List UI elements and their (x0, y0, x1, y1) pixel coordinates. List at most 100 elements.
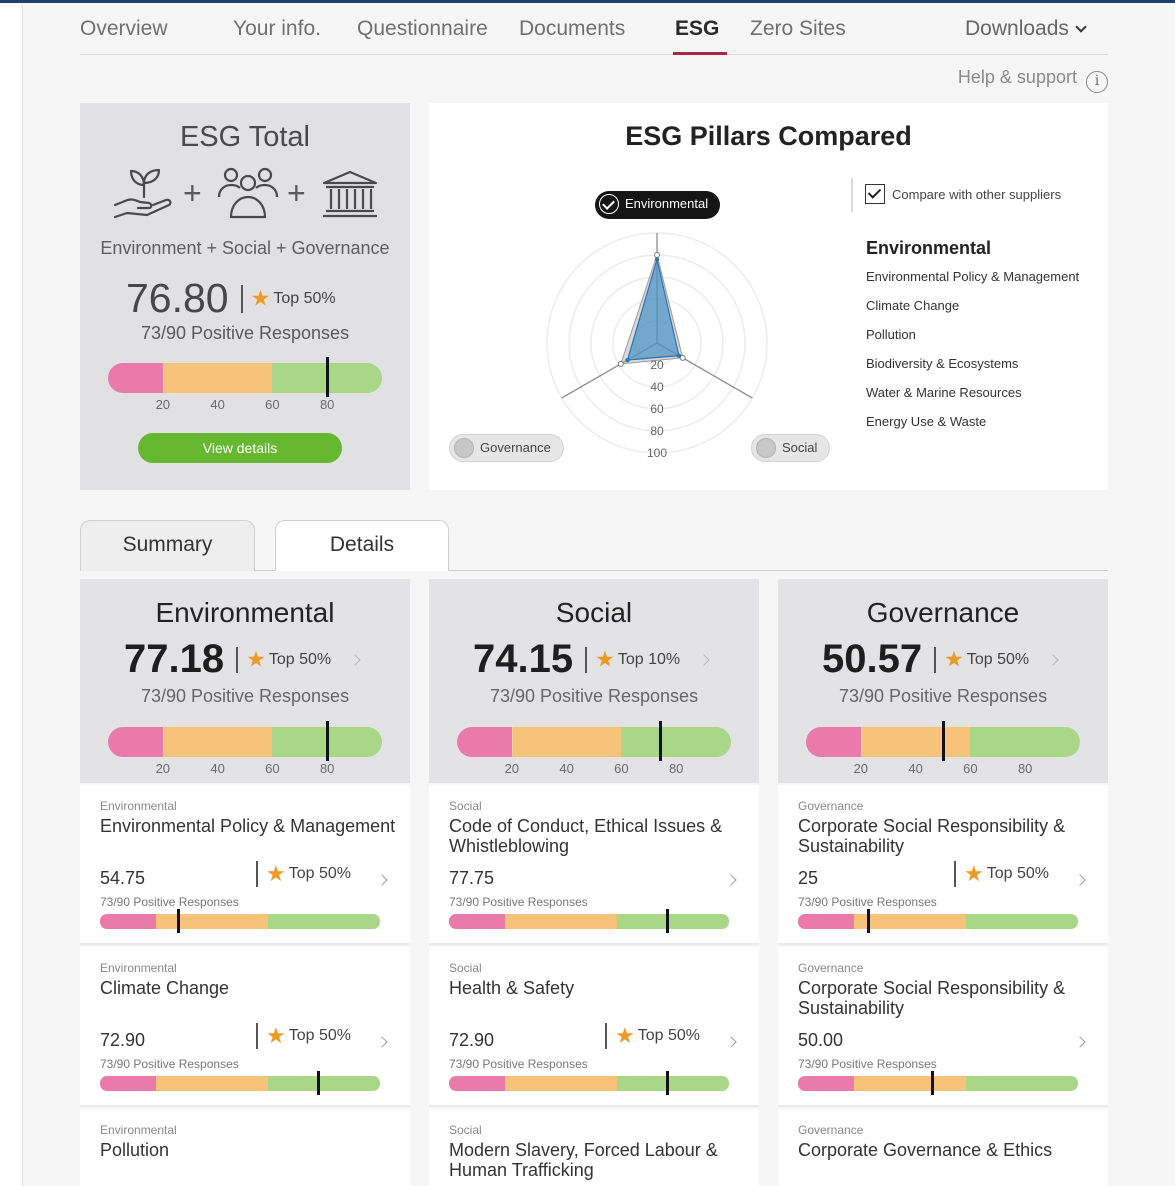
esg-total-card: ESG Total + + Environment + Social + Gov… (80, 103, 410, 490)
subcategory-card[interactable]: Governance Corporate Social Responsibilit… (778, 785, 1108, 945)
bar-segment-low (100, 914, 156, 929)
subcategory-rank-row: ★ Top 50% (256, 1023, 351, 1051)
downloads-label: Downloads (965, 17, 1069, 40)
radar-scale-label: 80 (650, 424, 664, 438)
chevron-right-icon[interactable] (725, 874, 737, 886)
subcategory-rank-row: ★ Top 50% (954, 861, 1049, 889)
pillar-score-row: 77.18 ★ Top 50% (124, 637, 361, 687)
star-icon: ★ (246, 646, 266, 672)
chevron-right-icon[interactable] (376, 1036, 388, 1048)
subcategory-card[interactable]: Governance Corporate Governance & Ethics (778, 1109, 1108, 1186)
pillars-compared-title: ESG Pillars Compared (625, 121, 912, 151)
total-rank: Top 50% (273, 289, 336, 307)
nav-documents[interactable]: Documents (519, 17, 625, 41)
chevron-right-icon[interactable] (376, 874, 388, 886)
circle-icon (756, 438, 776, 458)
pillar-score-bar (108, 727, 382, 757)
esg-pillars-compared-card: ESG Pillars Compared 20 40 60 80 100 Environ… (429, 103, 1108, 490)
bar-segment-mid (854, 1076, 966, 1091)
tick-label: 40 (559, 761, 574, 776)
bar-segment-low (798, 1076, 854, 1091)
subcategory-title: Code of Conduct, Ethical Issues & Whistl… (449, 816, 723, 856)
divider (954, 861, 956, 887)
subcategory-score-marker (867, 909, 870, 933)
chevron-right-icon[interactable] (1047, 653, 1059, 666)
legend-title: Environmental (866, 238, 992, 258)
subcategory-card[interactable]: Environmental Environmental Policy & Mana… (80, 785, 410, 945)
legend-item: Pollution (866, 327, 916, 342)
subcategory-responses: 73/90 Positive Responses (100, 1057, 239, 1071)
pillar-score: 74.15 (473, 637, 574, 681)
chevron-right-icon[interactable] (725, 1036, 737, 1048)
pillar-name: Social (555, 597, 633, 628)
pillar-score-row: 74.15 ★ Top 10% (473, 637, 710, 687)
divider (256, 861, 258, 887)
view-details-button[interactable]: View details (138, 433, 342, 463)
bar-segment-mid (505, 914, 617, 929)
star-icon: ★ (595, 646, 615, 672)
subcategory-score-marker (317, 1071, 321, 1095)
info-icon: i (1086, 71, 1108, 93)
divider (585, 646, 588, 673)
subcategory-rank: Top 50% (288, 1027, 351, 1044)
subcategory-rank: Top 50% (637, 1027, 700, 1044)
chevron-right-icon[interactable] (349, 653, 361, 666)
subcategory-card[interactable]: Social Code of Conduct, Ethical Issues & … (429, 785, 759, 945)
nav-questionnaire[interactable]: Questionnaire (357, 17, 488, 41)
axis-toggle-social[interactable]: Social (751, 434, 831, 462)
axis-toggle-environmental[interactable]: Environmental (595, 191, 721, 219)
tick-label: 40 (210, 397, 225, 412)
chevron-right-icon[interactable] (698, 653, 710, 666)
star-icon: ★ (615, 1023, 635, 1048)
pillar-bar-ticks: 20 40 60 80 (457, 761, 731, 777)
subcategory-card[interactable]: Social Health & Safety 72.90 ★ Top 50% 73/90 … (429, 947, 759, 1107)
bar-segment-mid (854, 914, 966, 929)
bar-segment-high (966, 1076, 1078, 1091)
subcategory-card[interactable]: Social Modern Slavery, Forced Labour & Hu… (429, 1109, 759, 1186)
subcategory-score-bar (449, 914, 729, 929)
circle-icon (454, 438, 474, 458)
subcategory-card[interactable]: Governance Corporate Social Responsibilit… (778, 947, 1108, 1107)
tab-details[interactable]: Details (275, 520, 449, 571)
subcategory-card[interactable]: Environmental Climate Change 72.90 ★ Top 50%… (80, 947, 410, 1107)
subcategory-score-bar (449, 1076, 729, 1091)
star-icon: ★ (266, 1023, 286, 1048)
star-icon: ★ (944, 646, 964, 672)
nav-your-info[interactable]: Your info. (233, 17, 321, 41)
compare-suppliers-toggle[interactable]: Compare with other suppliers (851, 178, 1061, 212)
chevron-right-icon[interactable] (1074, 874, 1086, 886)
chevron-right-icon[interactable] (1074, 1036, 1086, 1048)
subcategory-score-marker (666, 909, 670, 933)
nav-esg[interactable]: ESG (675, 17, 719, 41)
pillar-score: 77.18 (124, 637, 225, 681)
subcategory-card[interactable]: Environmental Pollution (80, 1109, 410, 1186)
subcategory-title: Climate Change (100, 978, 230, 998)
bar-segment-low (449, 914, 505, 929)
subcategory-score: 50.00 (798, 1030, 844, 1050)
subcategory-score-marker (931, 1071, 935, 1095)
check-circle-icon (599, 194, 619, 214)
divider (236, 646, 239, 673)
plant-hand-icon (113, 168, 172, 219)
axis-toggle-governance[interactable]: Governance (449, 434, 564, 462)
subcategory-rank-row: ★ Top 50% (256, 861, 351, 889)
checkbox-checked[interactable] (865, 183, 885, 204)
nav-zero-sites[interactable]: Zero Sites (750, 17, 846, 41)
help-support-link[interactable]: Help & support i (958, 67, 1108, 93)
downloads-menu[interactable]: Downloads (965, 17, 1087, 41)
tab-summary[interactable]: Summary (80, 520, 255, 571)
tick-label: 80 (1017, 761, 1033, 776)
radar-scale-label: 100 (647, 446, 667, 460)
tick-label: 60 (614, 761, 629, 776)
subcategory-pillar: Social (449, 1123, 482, 1137)
pillar-rank: Top 50% (268, 650, 332, 668)
tick-label: 80 (668, 761, 684, 776)
bar-segment-low (100, 1076, 156, 1091)
subcategory-rank-row: ★ Top 50% (605, 1023, 700, 1051)
subcategory-responses: 73/90 Positive Responses (798, 895, 937, 909)
nav-overview[interactable]: Overview (80, 17, 168, 41)
bar-segment-high (268, 914, 380, 929)
radar-chart: 20 40 60 80 100 (546, 232, 768, 460)
subcategory-score-bar (798, 914, 1078, 929)
tick-label: 60 (963, 761, 978, 776)
